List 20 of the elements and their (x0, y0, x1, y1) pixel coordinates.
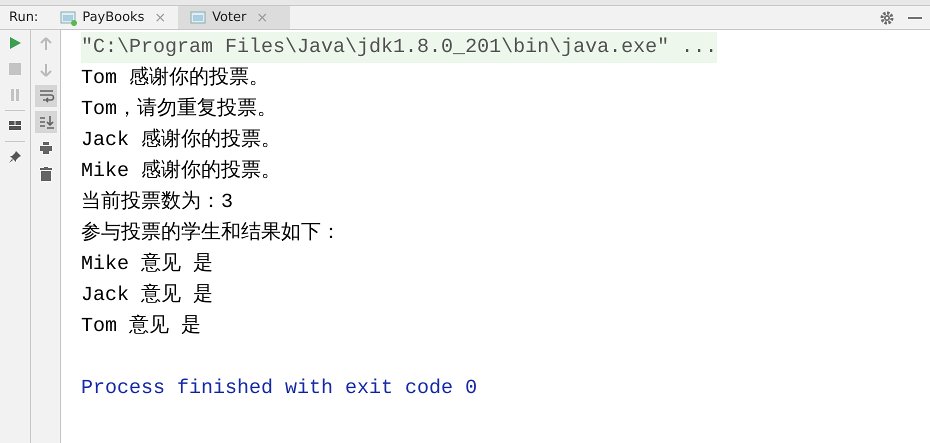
scroll-button[interactable] (34, 111, 56, 133)
console-line: Jack 感谢你的投票。 (81, 128, 282, 154)
run-icon[interactable] (8, 36, 22, 50)
run-tab[interactable]: Voter × (178, 6, 290, 29)
console-line: Process finished with exit code 0 (81, 376, 478, 402)
console-line: Mike 感谢你的投票。 (81, 158, 282, 185)
console-line: Jack 意见 是 (81, 282, 214, 309)
wrap-button[interactable] (34, 85, 56, 107)
console-line: 参与投票的学生和结果如下： (81, 220, 341, 247)
pin-icon[interactable] (8, 150, 22, 164)
run-label: Run: (8, 10, 40, 25)
console-line: Tom 感谢你的投票。 (81, 66, 270, 92)
console-line: 当前投票数为：3 (81, 190, 234, 216)
layout-icon[interactable] (8, 119, 22, 133)
run-tab[interactable]: PayBooks × (48, 6, 178, 29)
console-line: Tom 意见 是 (81, 314, 202, 340)
settings-icon[interactable] (880, 10, 894, 24)
console-line: Mike 意见 是 (81, 252, 214, 278)
console-line: Tom，请勿重复投票。 (81, 96, 278, 123)
minimize-icon[interactable] (908, 16, 922, 20)
